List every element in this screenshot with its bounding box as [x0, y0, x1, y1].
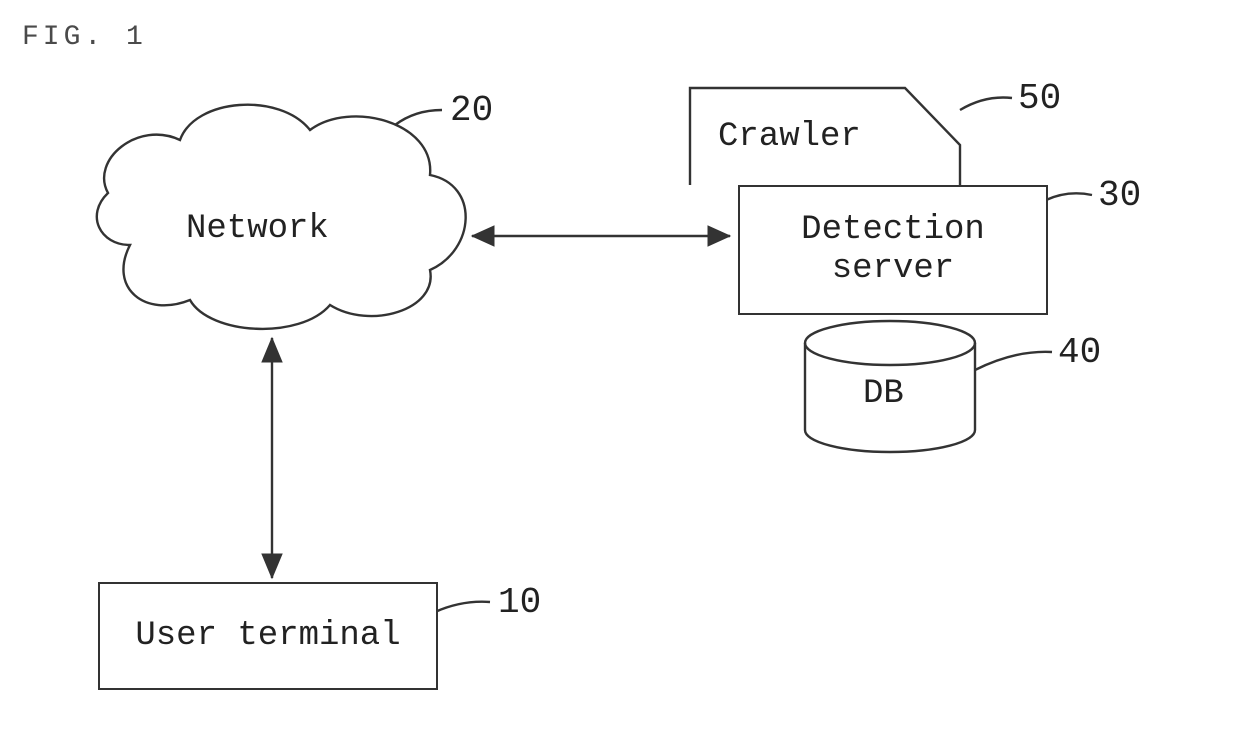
ref-50: 50: [1018, 78, 1061, 119]
figure-title: FIG. 1: [22, 22, 147, 53]
arrowhead-up-1: [262, 338, 282, 362]
ref-20: 20: [450, 90, 493, 131]
ref-10: 10: [498, 582, 541, 623]
crawler-label: Crawler: [718, 118, 861, 156]
db-label: DB: [863, 375, 904, 413]
user-terminal-label: User terminal: [135, 617, 400, 655]
leader-10: [435, 602, 490, 612]
ref-40: 40: [1058, 332, 1101, 373]
leader-40: [975, 352, 1052, 370]
arrowhead-right-1: [708, 226, 730, 246]
arrowhead-down-1: [262, 554, 282, 578]
arrowhead-left-1: [472, 226, 494, 246]
detection-label-line1: Detection: [801, 211, 985, 250]
detection-server-box: Detection server: [738, 185, 1048, 315]
leader-30: [1046, 193, 1092, 200]
leader-20: [395, 110, 442, 125]
ref-30: 30: [1098, 175, 1141, 216]
user-terminal-box: User terminal: [98, 582, 438, 690]
network-label-text: Network: [186, 210, 329, 248]
detection-label-line2: server: [832, 250, 954, 289]
leader-50: [960, 98, 1012, 111]
